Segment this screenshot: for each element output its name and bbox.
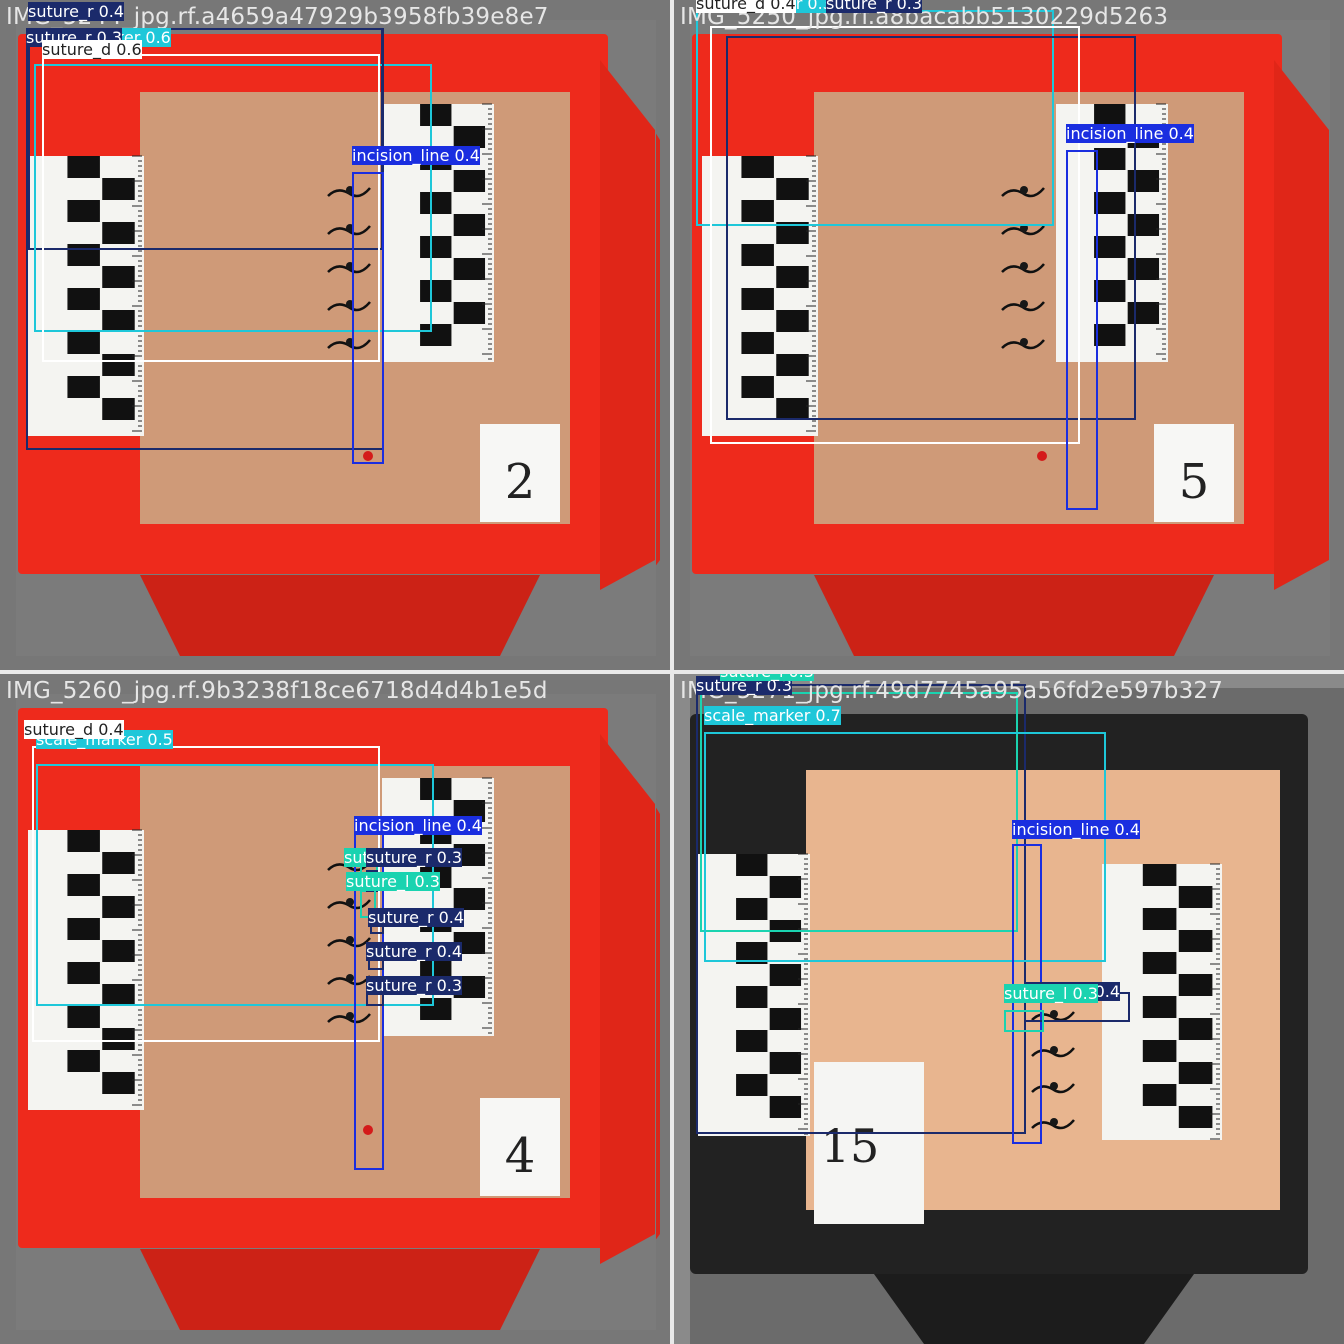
svg-text:5: 5 (1179, 454, 1210, 510)
detection-box-suture-d (42, 54, 380, 362)
number-card: 4 (480, 1098, 560, 1196)
detection-label: suture_l 0.3 (1004, 984, 1098, 1003)
detection-label: incision_line 0.4 (352, 146, 480, 165)
detection-box-suture-l (1004, 1010, 1044, 1032)
image-tile-4: 15 IMG_5271_jpg.rf.49d7745a95a56fd2e597b… (674, 674, 1344, 1344)
image-tile-2: 5 IMG_5250_jpg.rf.a8bacabb5130229d5263 s… (674, 0, 1344, 670)
svg-text:4: 4 (505, 1128, 536, 1184)
detection-label: suture_r 0.4 (368, 908, 465, 927)
detection-label: suture_d 0.4 (696, 0, 796, 13)
detection-box-incision-line (1066, 150, 1098, 510)
detection-label: suture_d 0.6 (42, 40, 142, 59)
detection-label: incision_line 0.4 (354, 816, 482, 835)
pad-mount (874, 1274, 1194, 1344)
detection-label: scale_marker 0.7 (704, 706, 841, 725)
detection-label: suture_l 0.3 (346, 872, 440, 891)
detection-label: suture_d 0.4 (24, 720, 124, 739)
number-card: 5 (1154, 424, 1234, 522)
detection-label: suture_l 0.3 (720, 674, 814, 681)
detection-box-suture-d (32, 746, 380, 1042)
detection-label: suture_r 0.3 (366, 976, 463, 995)
detection-box-incision-line (352, 172, 384, 464)
detection-label: incision_line 0.4 (1012, 820, 1140, 839)
detection-label: suture_r 0.4 (28, 2, 125, 21)
image-tile-3: 4 IMG_5260_jpg.rf.9b3238f18ce6718d4d4b1e… (0, 674, 670, 1344)
detection-grid: 2 IMG_5244_jpg.rf.a4659a47929b3958fb39e8… (0, 0, 1344, 1344)
image-filename: IMG_5260_jpg.rf.9b3238f18ce6718d4d4b1e5d (6, 678, 548, 704)
blood-spot (1037, 451, 1047, 461)
detection-label: suture_r 0.4 (366, 942, 463, 961)
svg-text:2: 2 (505, 454, 536, 510)
number-card: 2 (480, 424, 560, 522)
detection-label: incision_line 0.4 (1066, 124, 1194, 143)
detection-label: suture_r 0.3 (826, 0, 923, 13)
detection-box-suture-d (710, 26, 1080, 444)
detection-label: suture_r 0.3 (366, 848, 463, 867)
detection-box-scale-marker (704, 732, 1106, 962)
image-tile-1: 2 IMG_5244_jpg.rf.a4659a47929b3958fb39e8… (0, 0, 670, 670)
